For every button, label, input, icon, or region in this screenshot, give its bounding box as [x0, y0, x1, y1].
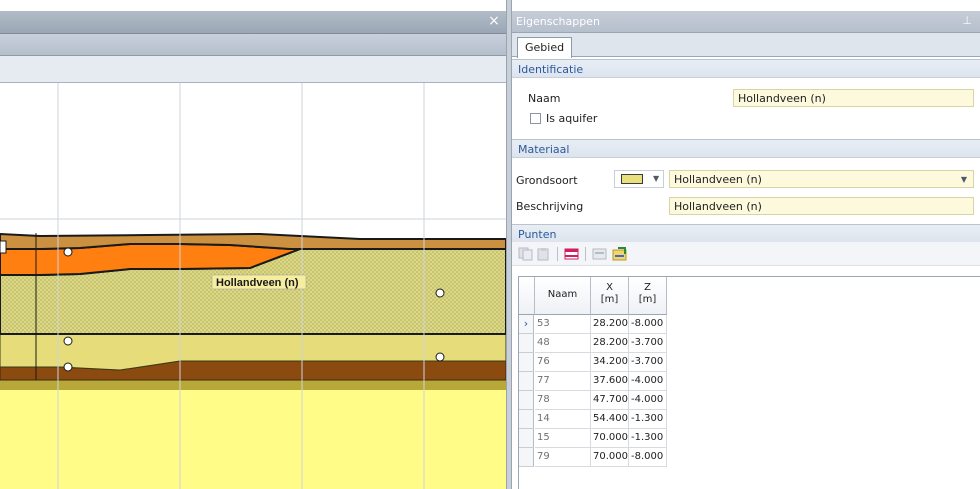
row-indicator[interactable]	[519, 353, 534, 372]
table-row[interactable]: 76 34.200 -3.700	[519, 353, 980, 372]
row-indicator[interactable]	[519, 372, 534, 391]
column-header-x[interactable]: X [m]	[591, 277, 629, 315]
cell-x[interactable]: 34.200	[591, 353, 629, 372]
geometry-view-panel: × Hollandveen (n)	[0, 0, 506, 489]
properties-titlebar: Eigenschappen ⊥	[512, 11, 980, 33]
cell-x[interactable]: 54.400	[591, 410, 629, 429]
chevron-down-icon: ▼	[960, 175, 967, 184]
insert-row-icon[interactable]	[564, 247, 580, 261]
is-aquifer-label: Is aquifer	[546, 112, 598, 125]
column-header-naam-label: Naam	[547, 289, 578, 300]
geometry-view-tabstrip	[0, 34, 506, 56]
section-materiaal-header[interactable]: Materiaal	[512, 139, 980, 158]
table-row[interactable]: 77 37.600 -4.000	[519, 372, 980, 391]
row-indicator-header	[519, 277, 535, 315]
soil-layer-bottom[interactable]	[0, 388, 506, 489]
naam-field[interactable]: Hollandveen (n)	[733, 89, 974, 107]
beschrijving-label: Beschrijving	[516, 200, 584, 213]
grondsoort-select[interactable]: Hollandveen (n) ▼	[669, 170, 974, 188]
column-header-naam[interactable]: Naam	[535, 277, 591, 315]
cell-z[interactable]: -8.000	[629, 315, 667, 334]
section-identificatie-label: Identificatie	[518, 63, 584, 76]
grondsoort-label: Grondsoort	[516, 174, 578, 187]
cell-z[interactable]: -3.700	[629, 334, 667, 353]
import-icon[interactable]	[612, 247, 628, 261]
cell-x[interactable]: 28.200	[591, 315, 629, 334]
properties-panel: Eigenschappen ⊥ Gebied Identificatie Naa…	[512, 0, 980, 489]
cell-z[interactable]: -4.000	[629, 372, 667, 391]
delete-row-icon[interactable]	[592, 247, 608, 261]
section-punten-label: Punten	[518, 228, 557, 241]
row-indicator[interactable]	[519, 334, 534, 353]
soil-layer-thin-olive[interactable]	[0, 380, 506, 390]
cell-naam[interactable]: 14	[535, 410, 591, 429]
cell-x[interactable]: 28.200	[591, 334, 629, 353]
column-header-x-unit: [m]	[600, 294, 619, 305]
column-header-z-unit: [m]	[638, 294, 657, 305]
row-indicator[interactable]	[519, 429, 534, 448]
column-header-z[interactable]: Z [m]	[629, 277, 667, 315]
section-identificatie-header[interactable]: Identificatie	[512, 59, 980, 78]
column-header-x-label: X	[606, 282, 613, 293]
points-toolbar	[512, 242, 980, 266]
cell-naam[interactable]: 78	[535, 391, 591, 410]
cell-z[interactable]: -3.700	[629, 353, 667, 372]
cell-z[interactable]: -8.000	[629, 448, 667, 467]
cell-naam[interactable]: 53	[535, 315, 591, 334]
table-row[interactable]: 79 70.000 -8.000	[519, 448, 980, 467]
point-marker[interactable]	[63, 362, 73, 372]
cell-x[interactable]: 70.000	[591, 448, 629, 467]
geometry-view-titlebar: ×	[0, 11, 506, 34]
cell-naam[interactable]: 79	[535, 448, 591, 467]
row-indicator[interactable]	[519, 410, 534, 429]
color-swatch	[621, 174, 643, 184]
grondsoort-value: Hollandveen (n)	[674, 173, 762, 186]
tab-gebied[interactable]: Gebied	[517, 37, 573, 58]
table-row[interactable]: 48 28.200 -3.700	[519, 334, 980, 353]
points-grid[interactable]: Naam X [m] Z [m] › 53 28.200 -8.000 48 28.200…	[518, 276, 980, 489]
chevron-down-icon: ▼	[653, 174, 660, 183]
cell-naam[interactable]: 15	[535, 429, 591, 448]
paste-icon[interactable]	[536, 247, 552, 261]
cell-z[interactable]: -1.300	[629, 429, 667, 448]
cell-x[interactable]: 70.000	[591, 429, 629, 448]
table-row[interactable]: 78 47.700 -4.000	[519, 391, 980, 410]
geometry-canvas[interactable]: Hollandveen (n)	[0, 83, 506, 489]
beschrijving-field[interactable]: Hollandveen (n)	[669, 197, 974, 215]
copy-icon[interactable]	[518, 247, 534, 261]
layer-label: Hollandveen (n)	[216, 277, 299, 289]
pin-icon[interactable]: ⊥	[962, 14, 972, 27]
point-marker[interactable]	[63, 247, 73, 257]
is-aquifer-checkbox[interactable]	[530, 113, 541, 124]
cell-z[interactable]: -4.000	[629, 391, 667, 410]
current-row-indicator-icon[interactable]: ›	[519, 315, 534, 334]
panel-title: Eigenschappen	[516, 15, 600, 28]
cell-naam[interactable]: 76	[535, 353, 591, 372]
column-header-z-label: Z	[644, 282, 651, 293]
row-indicator[interactable]	[519, 391, 534, 410]
table-row[interactable]: 15 70.000 -1.300	[519, 429, 980, 448]
point-marker[interactable]	[435, 288, 445, 298]
close-icon[interactable]: ×	[487, 14, 501, 28]
row-indicator[interactable]	[519, 448, 534, 467]
cell-z[interactable]: -1.300	[629, 410, 667, 429]
properties-tabbar: Gebied	[512, 33, 980, 58]
point-marker[interactable]	[63, 336, 73, 346]
table-row[interactable]: › 53 28.200 -8.000	[519, 315, 980, 334]
section-materiaal-label: Materiaal	[518, 143, 570, 156]
naam-label: Naam	[528, 92, 561, 105]
cell-x[interactable]: 37.600	[591, 372, 629, 391]
grondsoort-color-picker[interactable]: ▼	[614, 170, 664, 188]
point-marker[interactable]	[435, 352, 445, 362]
cell-naam[interactable]: 48	[535, 334, 591, 353]
section-punten-header[interactable]: Punten	[512, 224, 980, 243]
table-row[interactable]: 14 54.400 -1.300	[519, 410, 980, 429]
cell-x[interactable]: 47.700	[591, 391, 629, 410]
points-grid-header: Naam X [m] Z [m]	[519, 277, 980, 315]
cell-naam[interactable]: 77	[535, 372, 591, 391]
geometry-view-ruler	[0, 56, 506, 83]
